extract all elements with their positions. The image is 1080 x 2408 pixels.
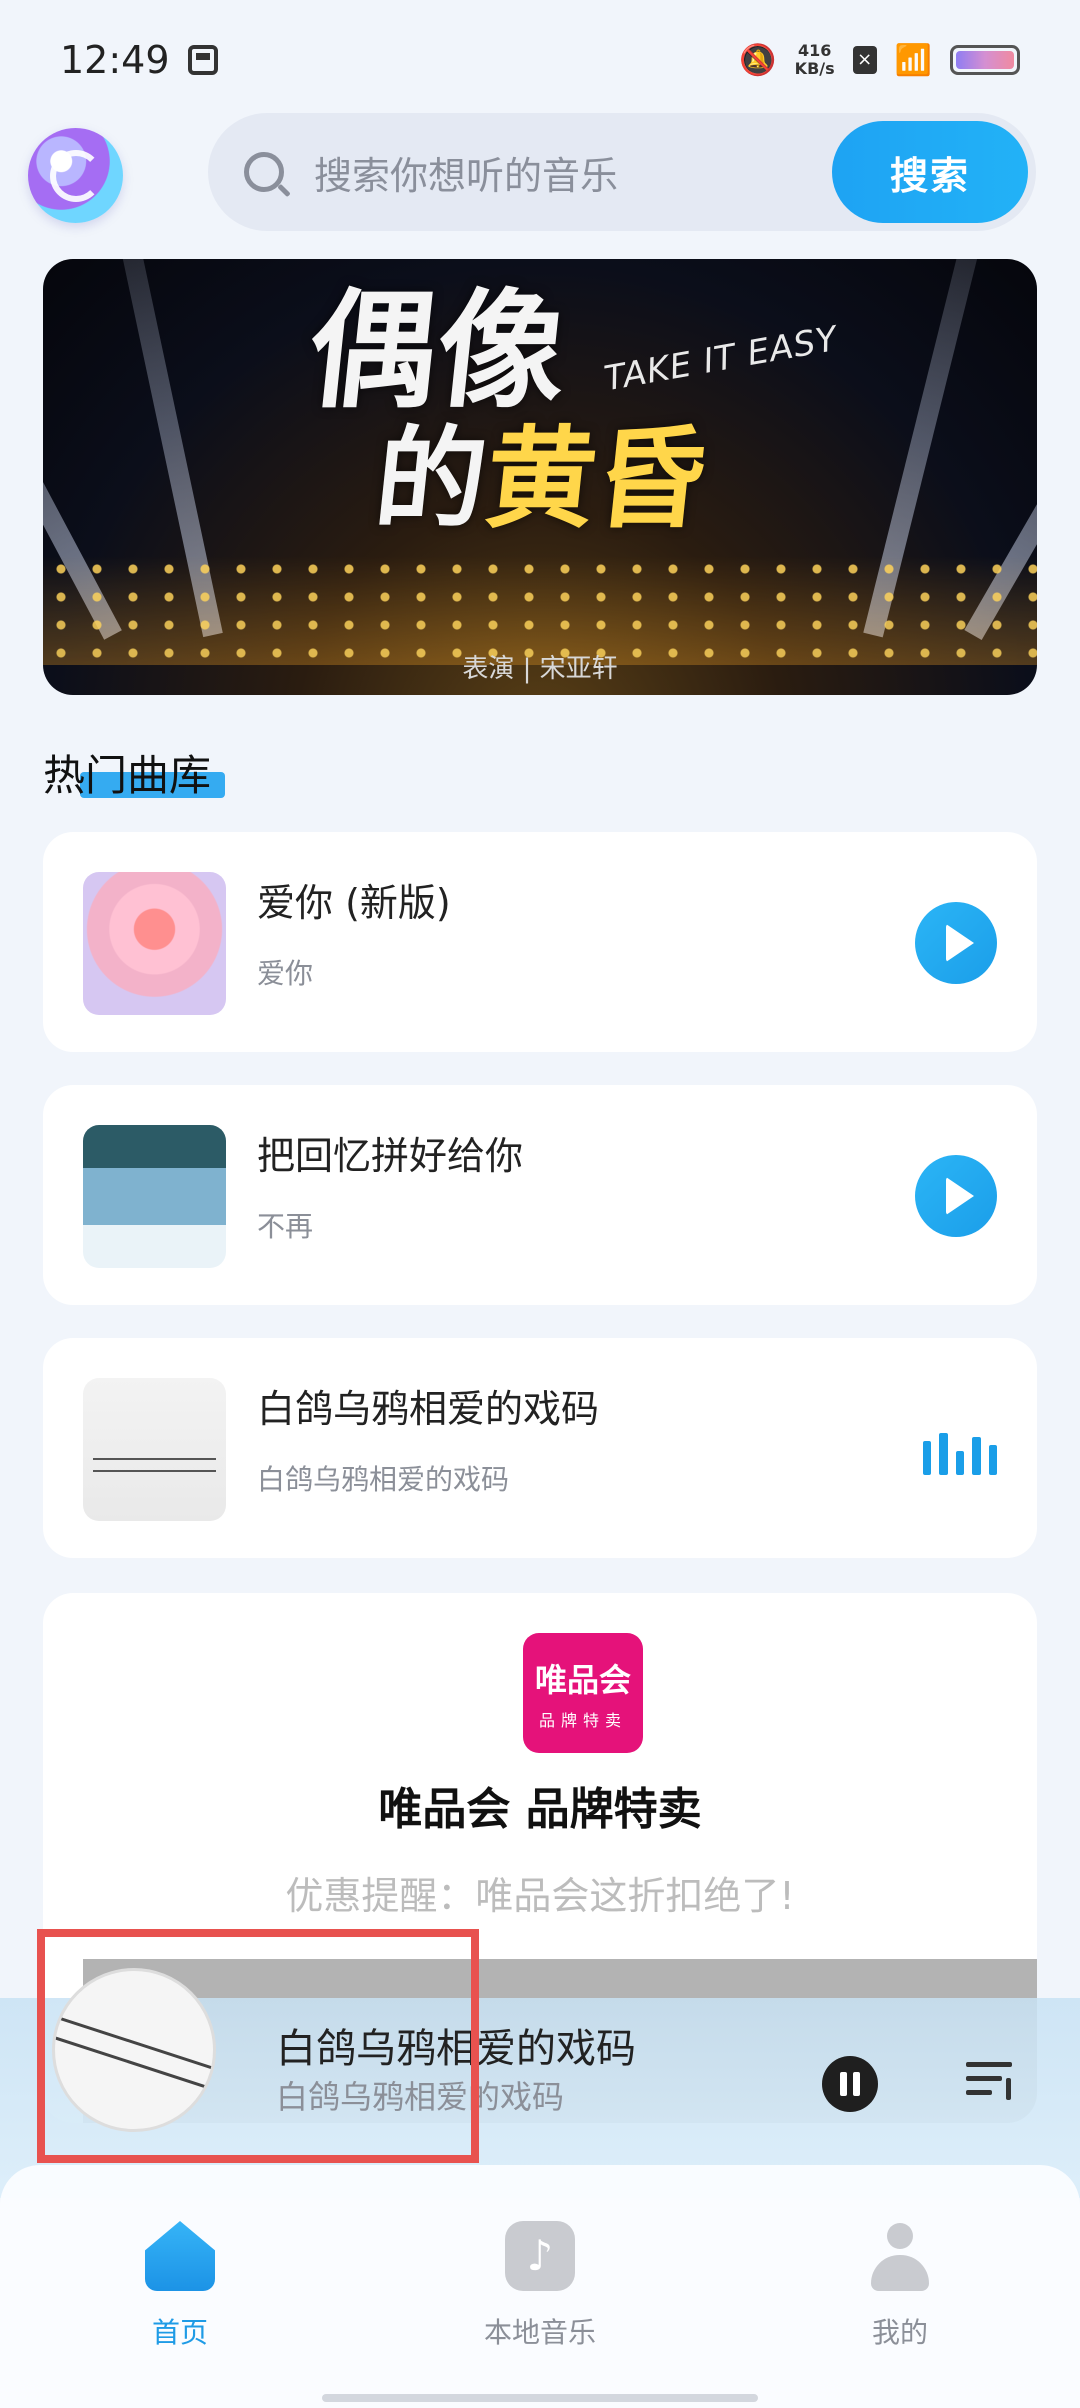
tab-me[interactable]: 我的 xyxy=(810,2221,990,2351)
wifi-icon: 📶 xyxy=(894,42,932,78)
tab-home-label: 首页 xyxy=(151,2316,208,2349)
song-cover xyxy=(83,1378,226,1521)
banner-title-line2: 的黄昏 xyxy=(369,414,714,543)
ad-logo-subtext: 品牌特卖 xyxy=(538,1711,627,1730)
play-button[interactable] xyxy=(915,902,997,984)
bottom-nav: 首页 本地音乐 我的 xyxy=(0,2165,1080,2408)
status-time: 12:49 xyxy=(60,38,170,82)
song-card[interactable]: 爱你 (新版) 爱你 xyxy=(43,832,1037,1052)
banner-title-huanghun: 黄昏 xyxy=(479,414,714,543)
net-speed: 416 KB/s xyxy=(795,42,835,78)
ad-logo: 唯品会 品牌特卖 xyxy=(523,1633,643,1753)
home-icon xyxy=(145,2221,215,2291)
tab-local-music-label: 本地音乐 xyxy=(483,2316,596,2349)
tab-me-label: 我的 xyxy=(871,2316,928,2349)
song-cover xyxy=(83,872,226,1015)
song-card[interactable]: 白鸽乌鸦相爱的戏码 白鸽乌鸦相爱的戏码 xyxy=(43,1338,1037,1558)
music-note-icon xyxy=(505,2221,575,2291)
battery-icon xyxy=(950,45,1020,75)
tab-local-music[interactable]: 本地音乐 xyxy=(450,2221,630,2351)
song-artist: 爱你 xyxy=(257,957,314,990)
banner-title: 偶像 的黄昏 xyxy=(290,276,727,543)
ad-title: 唯品会 品牌特卖 xyxy=(378,1784,702,1835)
play-button[interactable] xyxy=(915,1155,997,1237)
banner-title-line1: 偶像 xyxy=(301,276,574,426)
app-logo[interactable] xyxy=(28,128,123,223)
song-title: 把回忆拼好给你 xyxy=(257,1134,524,1178)
search-button[interactable]: 搜索 xyxy=(832,121,1028,223)
person-icon xyxy=(865,2221,935,2291)
pause-button[interactable] xyxy=(822,2056,878,2112)
playlist-icon[interactable] xyxy=(966,2058,1018,2102)
song-cover xyxy=(83,1125,226,1268)
search-input[interactable]: 搜索你想听的音乐 xyxy=(314,145,618,200)
search-bar[interactable]: 搜索你想听的音乐 搜索 xyxy=(208,113,1036,231)
x-icon: × xyxy=(852,46,877,74)
status-bar: 12:49 🔕 416 KB/s × 📶 xyxy=(0,0,1080,120)
song-artist: 不再 xyxy=(257,1210,314,1243)
banner-credit: 表演 | 宋亚轩 xyxy=(462,654,618,684)
song-title: 爱你 (新版) xyxy=(257,881,451,925)
ad-logo-text: 唯品会 xyxy=(534,1661,631,1699)
song-card[interactable]: 把回忆拼好给你 不再 xyxy=(43,1085,1037,1305)
equalizer-icon[interactable] xyxy=(923,1433,998,1475)
ad-subtitle: 优惠提醒：唯品会这折扣绝了! xyxy=(285,1874,795,1918)
home-indicator[interactable] xyxy=(322,2394,758,2402)
search-icon xyxy=(244,152,284,192)
net-speed-value: 416 xyxy=(797,41,832,60)
banner-title-de: 的 xyxy=(369,414,494,543)
bell-off-icon: 🔕 xyxy=(739,42,777,78)
song-artist: 白鸽乌鸦相爱的戏码 xyxy=(257,1463,510,1496)
highlight-box xyxy=(37,1929,479,2163)
section-title: 热门曲库 xyxy=(43,751,212,800)
tab-home[interactable]: 首页 xyxy=(90,2221,270,2351)
banner-carousel[interactable]: 偶像 的黄昏 TAKE IT EASY 表演 | 宋亚轩 xyxy=(43,259,1037,695)
song-title: 白鸽乌鸦相爱的戏码 xyxy=(257,1387,600,1431)
net-speed-unit: KB/s xyxy=(794,59,835,78)
status-icons: 🔕 416 KB/s × 📶 xyxy=(739,42,1020,78)
sim-icon xyxy=(187,45,218,75)
